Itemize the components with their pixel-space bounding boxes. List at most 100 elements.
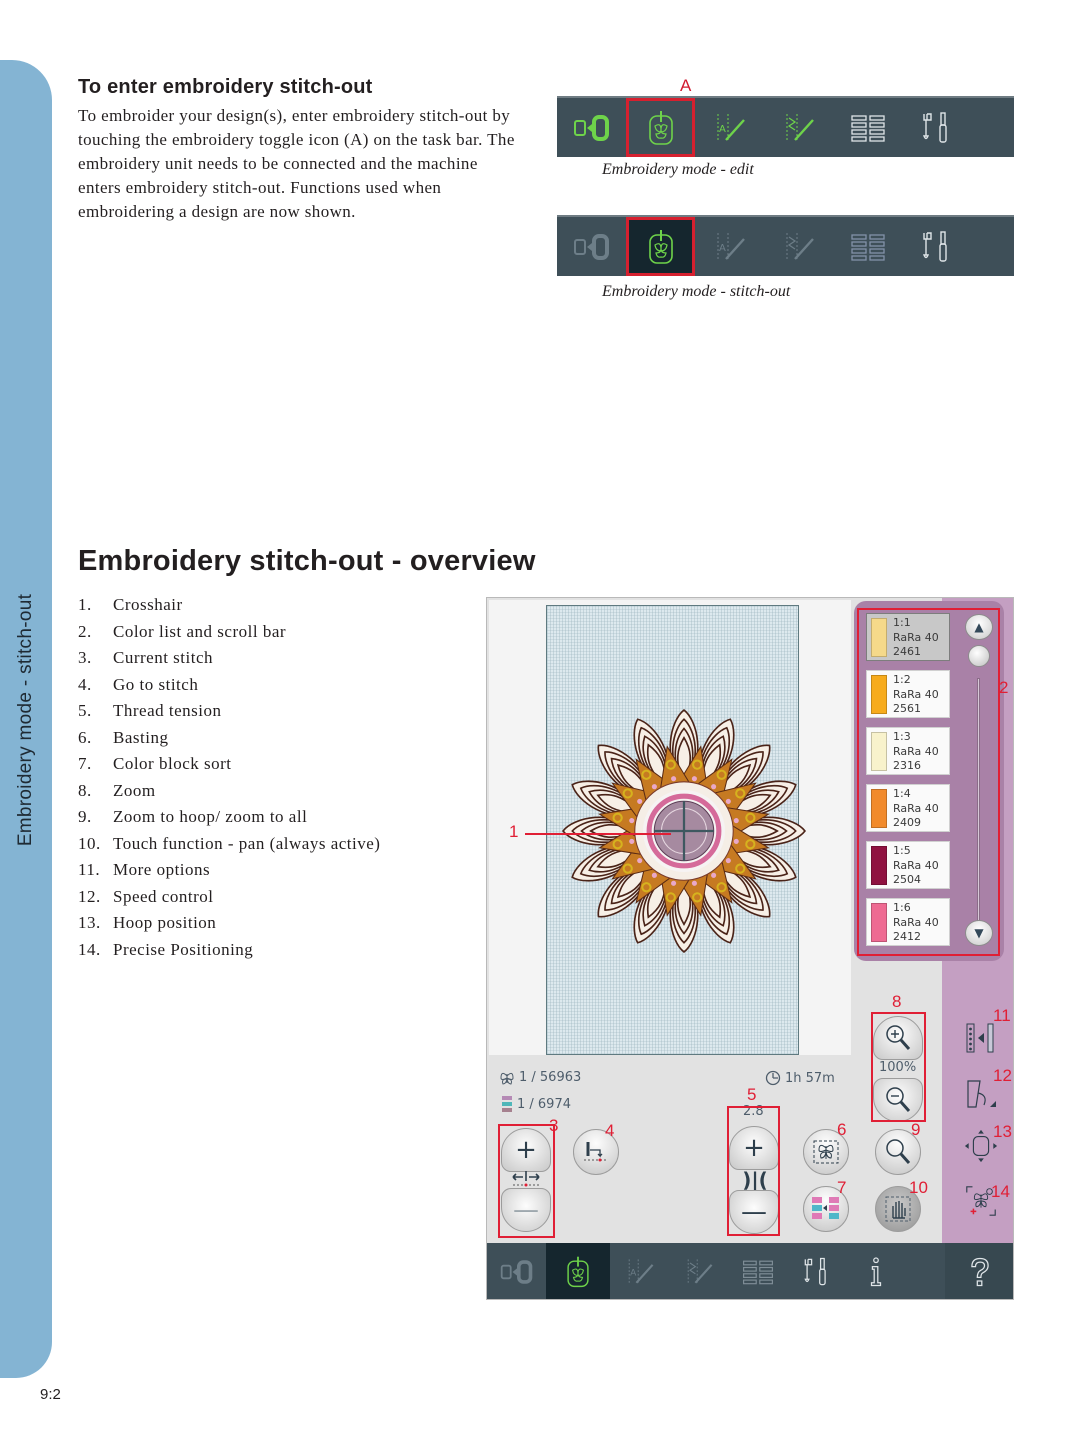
menu-grid-icon (850, 114, 885, 142)
callout-1-leader (525, 833, 671, 835)
tools-icon (922, 230, 947, 262)
go-to-stitch-icon (584, 1142, 608, 1162)
stitch-creator-icon: A (717, 232, 745, 261)
info-button[interactable] (846, 1243, 905, 1299)
callout-11: 11 (993, 1006, 1011, 1025)
clock-icon (765, 1070, 781, 1086)
callout-3: 3 (549, 1116, 559, 1135)
sewing-mode-toggle[interactable] (487, 1243, 546, 1299)
callout-box-8 (871, 1012, 926, 1122)
callout-1: 1 (509, 822, 519, 841)
callout-4: 4 (605, 1121, 615, 1140)
callout-12: 12 (993, 1066, 1012, 1085)
stitch-creator-icon: A (628, 1259, 653, 1285)
callout-7: 7 (837, 1178, 847, 1197)
embroidery-hoop-icon (648, 110, 673, 145)
enter-stitchout-paragraph: To embroider your design(s), enter embro… (78, 106, 515, 221)
legend-item: 7. Color block sort (78, 754, 232, 773)
stitchout-screen: 1 1:1 RaRa 40 2461 1:2 RaRa 40 2561 1:3 RaRa 40… (486, 597, 1014, 1300)
callout-13: 13 (993, 1122, 1012, 1141)
sequence-button[interactable] (764, 98, 833, 157)
legend-item: 5. Thread tension (78, 701, 222, 720)
callout-box-3 (498, 1124, 555, 1238)
legend-item: 11. More options (78, 860, 211, 879)
taskbar-stitchout-mode: A (557, 215, 1014, 276)
embroidery-hoop-icon (648, 229, 673, 264)
menu-grid-icon (742, 1260, 773, 1285)
sequence-icon (786, 113, 814, 142)
screen-taskbar: A (487, 1243, 1013, 1299)
callout-8: 8 (892, 992, 902, 1011)
menu-button[interactable] (833, 98, 902, 157)
legend-item: 10. Touch function - pan (always active) (78, 833, 381, 853)
embroidery-toggle[interactable] (546, 1243, 610, 1299)
callout-box-5 (727, 1106, 780, 1236)
sewing-mode-icon (500, 1260, 532, 1284)
help-question-icon (971, 1257, 989, 1287)
embroidery-hoop-icon (567, 1256, 589, 1288)
sewing-mode-toggle[interactable] (557, 217, 626, 276)
svg-text:A: A (630, 1269, 637, 1279)
menu-grid-icon (850, 233, 885, 261)
embroidery-toggle[interactable] (626, 98, 695, 157)
stitch-creator-button[interactable]: A (695, 217, 764, 276)
legend-item: 3. Current stitch (78, 648, 214, 667)
color-block-icon (502, 1096, 512, 1112)
embroidery-toggle[interactable] (626, 217, 695, 276)
overview-legend-list: 1. Crosshair 2. Color list and scroll bar … (78, 592, 408, 963)
sequence-icon (786, 232, 814, 261)
magnifier-icon (886, 1139, 911, 1164)
caption-edit-mode: Embroidery mode - edit (602, 161, 754, 178)
more-options-icon (966, 1023, 994, 1053)
legend-item: 2. Color list and scroll bar (78, 621, 287, 641)
sewing-mode-icon (573, 233, 609, 260)
callout-10: 10 (909, 1178, 928, 1197)
legend-item: 12. Speed control (78, 886, 214, 906)
settings-button[interactable] (902, 217, 971, 276)
callout-2: 2 (999, 678, 1009, 697)
color-block-counter: 1 / 6974 (501, 1095, 571, 1113)
color-block-sort-icon (812, 1197, 839, 1219)
basting-icon (813, 1140, 839, 1164)
settings-button[interactable] (787, 1243, 846, 1299)
legend-item: 13. Hoop position (78, 913, 217, 932)
menu-button[interactable] (833, 217, 902, 276)
hoop-area[interactable] (546, 605, 806, 1055)
chapter-tab-label: Embroidery mode - stitch-out (15, 593, 36, 847)
callout-a: A (680, 76, 692, 95)
svg-text:A: A (719, 243, 726, 254)
butterfly-icon (500, 1072, 514, 1085)
callout-box-2 (857, 608, 1000, 956)
stitch-counter: 1 / 56963 (499, 1070, 581, 1085)
legend-item: 9. Zoom to hoop/ zoom to all (78, 807, 308, 826)
embroidery-design (562, 709, 806, 953)
embroidery-canvas[interactable]: 1 (489, 600, 851, 1055)
hand-icon (885, 1196, 911, 1222)
sewing-mode-toggle[interactable] (557, 98, 626, 157)
sequence-icon (687, 1259, 712, 1285)
legend-item: 1. Crosshair (78, 595, 183, 614)
svg-text:A: A (719, 124, 726, 135)
settings-button[interactable] (902, 98, 971, 157)
stitch-creator-button[interactable]: A (695, 98, 764, 157)
caption-stitchout-mode: Embroidery mode - stitch-out (602, 283, 791, 300)
sequence-button[interactable] (764, 217, 833, 276)
overview-heading: Embroidery stitch-out - overview (78, 545, 536, 577)
legend-item: 14. Precise Positioning (78, 939, 254, 959)
legend-item: 6. Basting (78, 727, 169, 747)
help-button[interactable] (945, 1243, 1013, 1299)
sequence-button[interactable] (669, 1243, 728, 1299)
menu-button[interactable] (728, 1243, 787, 1299)
enter-stitchout-heading: To enter embroidery stitch-out (78, 76, 373, 98)
page-number: 9:2 (40, 1386, 61, 1403)
callout-9: 9 (911, 1120, 921, 1139)
tools-icon (803, 1257, 826, 1286)
sewing-mode-icon (573, 114, 609, 141)
callout-5: 5 (747, 1085, 757, 1104)
info-icon (870, 1257, 881, 1287)
stitch-creator-button[interactable]: A (610, 1243, 669, 1299)
time-remaining: 1h 57m (765, 1070, 835, 1086)
callout-14: 14 (991, 1182, 1010, 1201)
taskbar-edit-mode: A (557, 96, 1014, 157)
stitch-creator-icon: A (717, 113, 745, 142)
